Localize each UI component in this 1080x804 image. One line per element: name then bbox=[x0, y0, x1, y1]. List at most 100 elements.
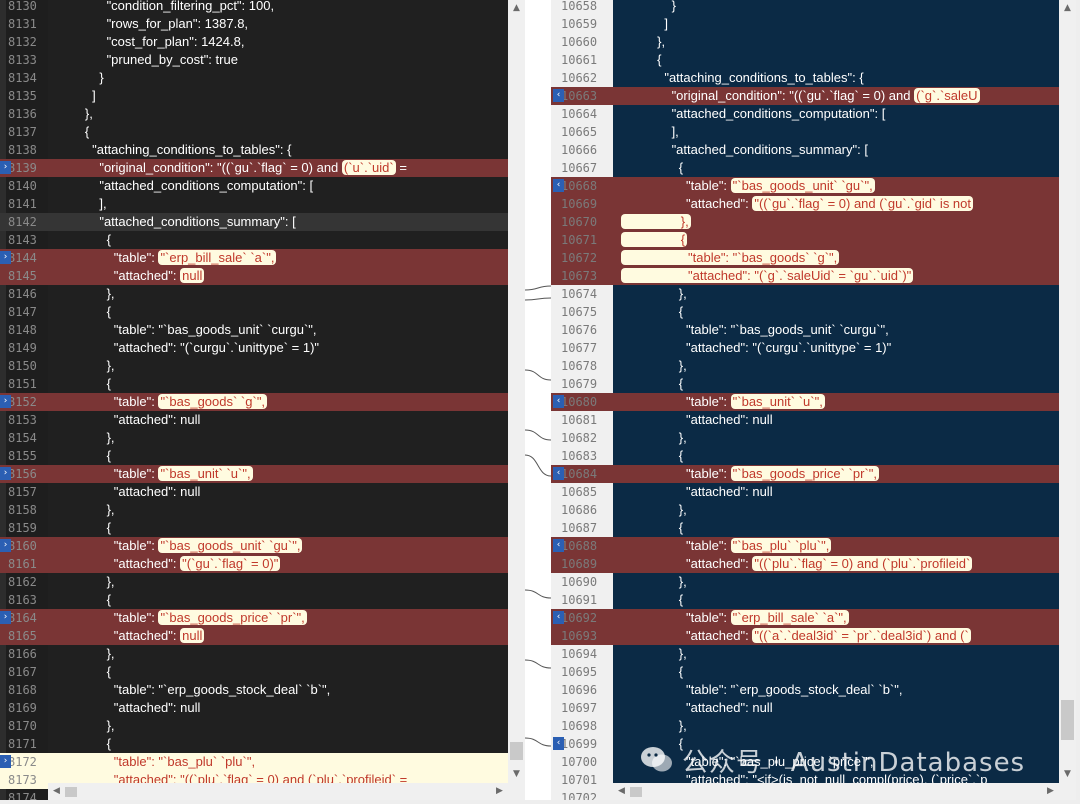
code-line[interactable]: 8165 "attached": null bbox=[0, 627, 508, 645]
code-line[interactable]: 10685 "attached": null bbox=[551, 483, 1059, 501]
copy-right-arrow-icon[interactable]: › bbox=[0, 611, 11, 624]
code-line[interactable]: 10663 "original_condition": "((`gu`.`fla… bbox=[551, 87, 1059, 105]
left-diff-pane[interactable]: 8130 "condition_filtering_pct": 100, 8131… bbox=[0, 0, 525, 800]
left-horizontal-scroll-thumb[interactable] bbox=[65, 787, 77, 797]
copy-left-arrow-icon[interactable]: ‹ bbox=[553, 395, 564, 408]
code-line[interactable]: 8143 { bbox=[0, 231, 508, 249]
code-line[interactable]: 8169 "attached": null bbox=[0, 699, 508, 717]
code-line[interactable]: 8141 ], bbox=[0, 195, 508, 213]
copy-right-arrow-icon[interactable]: › bbox=[0, 467, 11, 480]
copy-left-arrow-icon[interactable]: ‹ bbox=[553, 611, 564, 624]
scroll-up-arrow-icon[interactable]: ▲ bbox=[508, 0, 525, 17]
code-line[interactable]: 8149 "attached": "(`curgu`.`unittype` = … bbox=[0, 339, 508, 357]
code-line[interactable]: 10698 }, bbox=[551, 717, 1059, 735]
code-line[interactable]: 8136 }, bbox=[0, 105, 508, 123]
right-horizontal-scroll-thumb[interactable] bbox=[630, 787, 642, 797]
code-line[interactable]: 10674 }, bbox=[551, 285, 1059, 303]
code-line[interactable]: 8142 "attached_conditions_summary": [ bbox=[0, 213, 508, 231]
code-line[interactable]: 10665 ], bbox=[551, 123, 1059, 141]
code-line[interactable]: 10681 "attached": null bbox=[551, 411, 1059, 429]
code-line[interactable]: 10686 }, bbox=[551, 501, 1059, 519]
copy-left-arrow-icon[interactable]: ‹ bbox=[553, 467, 564, 480]
code-line[interactable]: 8146 }, bbox=[0, 285, 508, 303]
code-line[interactable]: 8152 "table": "`bas_goods` `g`", › bbox=[0, 393, 508, 411]
left-horizontal-scrollbar[interactable]: ◀ ▶ bbox=[48, 783, 508, 800]
code-line[interactable]: 8155 { bbox=[0, 447, 508, 465]
code-line[interactable]: 8171 { bbox=[0, 735, 508, 753]
code-line[interactable]: 10675 { bbox=[551, 303, 1059, 321]
code-line[interactable]: 8153 "attached": null bbox=[0, 411, 508, 429]
code-line[interactable]: 10691 { bbox=[551, 591, 1059, 609]
code-line[interactable]: 10664 "attached_conditions_computation":… bbox=[551, 105, 1059, 123]
code-line[interactable]: 8150 }, bbox=[0, 357, 508, 375]
code-line[interactable]: 10661 { bbox=[551, 51, 1059, 69]
code-line[interactable]: 10676 "table": "`bas_goods_unit` `curgu`… bbox=[551, 321, 1059, 339]
scroll-down-arrow-icon[interactable]: ▼ bbox=[1059, 766, 1076, 783]
code-line[interactable]: 10667 { bbox=[551, 159, 1059, 177]
code-line[interactable]: 10660 }, bbox=[551, 33, 1059, 51]
code-line[interactable]: 10659 ] bbox=[551, 15, 1059, 33]
code-line[interactable]: 10697 "attached": null bbox=[551, 699, 1059, 717]
code-line[interactable]: 8151 { bbox=[0, 375, 508, 393]
code-line[interactable]: 10680 "table": "`bas_unit` `u`", ‹ bbox=[551, 393, 1059, 411]
code-line[interactable]: 8167 { bbox=[0, 663, 508, 681]
code-line[interactable]: 10658 } bbox=[551, 0, 1059, 15]
code-line[interactable]: 8161 "attached": "(`gu`.`flag` = 0)" bbox=[0, 555, 508, 573]
code-line[interactable]: 8159 { bbox=[0, 519, 508, 537]
code-line[interactable]: 10679 { bbox=[551, 375, 1059, 393]
code-line[interactable]: 8164 "table": "`bas_goods_price` `pr`", › bbox=[0, 609, 508, 627]
code-line[interactable]: 8144 "table": "`erp_bill_sale` `a`", › bbox=[0, 249, 508, 267]
code-line[interactable]: 8147 { bbox=[0, 303, 508, 321]
code-line[interactable]: 10666 "attached_conditions_summary": [ bbox=[551, 141, 1059, 159]
code-line[interactable]: 8154 }, bbox=[0, 429, 508, 447]
code-line[interactable]: 8132 "cost_for_plan": 1424.8, bbox=[0, 33, 508, 51]
code-line[interactable]: 10670 }, bbox=[551, 213, 1059, 231]
left-vertical-scrollbar[interactable]: ▲ ▼ bbox=[508, 0, 525, 800]
code-line[interactable]: 8137 { bbox=[0, 123, 508, 141]
code-line[interactable]: 10693 "attached": "((`a`.`deal3id` = `pr… bbox=[551, 627, 1059, 645]
code-line[interactable]: 8163 { bbox=[0, 591, 508, 609]
code-line[interactable]: 8170 }, bbox=[0, 717, 508, 735]
code-line[interactable]: 8140 "attached_conditions_computation": … bbox=[0, 177, 508, 195]
copy-left-arrow-icon[interactable]: ‹ bbox=[553, 539, 564, 552]
copy-right-arrow-icon[interactable]: › bbox=[0, 251, 11, 264]
copy-right-arrow-icon[interactable]: › bbox=[0, 395, 11, 408]
code-line[interactable]: 10683 { bbox=[551, 447, 1059, 465]
code-line[interactable]: 10688 "table": "`bas_plu` `plu`", ‹ bbox=[551, 537, 1059, 555]
code-line[interactable]: 10671 { bbox=[551, 231, 1059, 249]
code-line[interactable]: 8139 "original_condition": "((`gu`.`flag… bbox=[0, 159, 508, 177]
left-vertical-scroll-thumb[interactable] bbox=[510, 742, 523, 760]
scroll-left-arrow-icon[interactable]: ◀ bbox=[48, 783, 65, 800]
scroll-right-arrow-icon[interactable]: ▶ bbox=[1042, 783, 1059, 800]
code-line[interactable]: 10687 { bbox=[551, 519, 1059, 537]
code-line[interactable]: 10668 "table": "`bas_goods_unit` `gu`", ‹ bbox=[551, 177, 1059, 195]
code-line[interactable]: 8156 "table": "`bas_unit` `u`", › bbox=[0, 465, 508, 483]
right-vertical-scroll-thumb[interactable] bbox=[1061, 700, 1074, 740]
code-line[interactable]: 10696 "table": "`erp_goods_stock_deal` `… bbox=[551, 681, 1059, 699]
code-line[interactable]: 10692 "table": "`erp_bill_sale` `a`", ‹ bbox=[551, 609, 1059, 627]
copy-left-arrow-icon[interactable]: ‹ bbox=[553, 179, 564, 192]
code-line[interactable]: 10677 "attached": "(`curgu`.`unittype` =… bbox=[551, 339, 1059, 357]
code-line[interactable]: 8138 "attaching_conditions_to_tables": { bbox=[0, 141, 508, 159]
code-line[interactable]: 8172 "table": "`bas_plu` `plu`", › bbox=[0, 753, 508, 771]
code-line[interactable]: 10684 "table": "`bas_goods_price` `pr`",… bbox=[551, 465, 1059, 483]
code-line[interactable]: 8162 }, bbox=[0, 573, 508, 591]
code-line[interactable]: 8157 "attached": null bbox=[0, 483, 508, 501]
right-vertical-scrollbar[interactable]: ▲ ▼ bbox=[1059, 0, 1076, 800]
code-line[interactable]: 8166 }, bbox=[0, 645, 508, 663]
code-line[interactable]: 8168 "table": "`erp_goods_stock_deal` `b… bbox=[0, 681, 508, 699]
code-line[interactable]: 10672 "table": "`bas_goods` `g`", bbox=[551, 249, 1059, 267]
code-line[interactable]: 10673 "attached": "(`g`.`saleUid` = `gu`… bbox=[551, 267, 1059, 285]
code-line[interactable]: 10682 }, bbox=[551, 429, 1059, 447]
scroll-up-arrow-icon[interactable]: ▲ bbox=[1059, 0, 1076, 17]
scroll-down-arrow-icon[interactable]: ▼ bbox=[508, 766, 525, 783]
code-line[interactable]: 8148 "table": "`bas_goods_unit` `curgu`"… bbox=[0, 321, 508, 339]
code-line[interactable]: 10689 "attached": "((`plu`.`flag` = 0) a… bbox=[551, 555, 1059, 573]
right-diff-pane[interactable]: 10658 } 10659 ] 10660 }, 10661 {10662 "atta… bbox=[551, 0, 1080, 800]
code-line[interactable]: 10694 }, bbox=[551, 645, 1059, 663]
code-line[interactable]: 8130 "condition_filtering_pct": 100, bbox=[0, 0, 508, 15]
code-line[interactable]: 8145 "attached": null bbox=[0, 267, 508, 285]
code-line[interactable]: 10678 }, bbox=[551, 357, 1059, 375]
copy-right-arrow-icon[interactable]: › bbox=[0, 539, 11, 552]
copy-right-arrow-icon[interactable]: › bbox=[0, 161, 11, 174]
